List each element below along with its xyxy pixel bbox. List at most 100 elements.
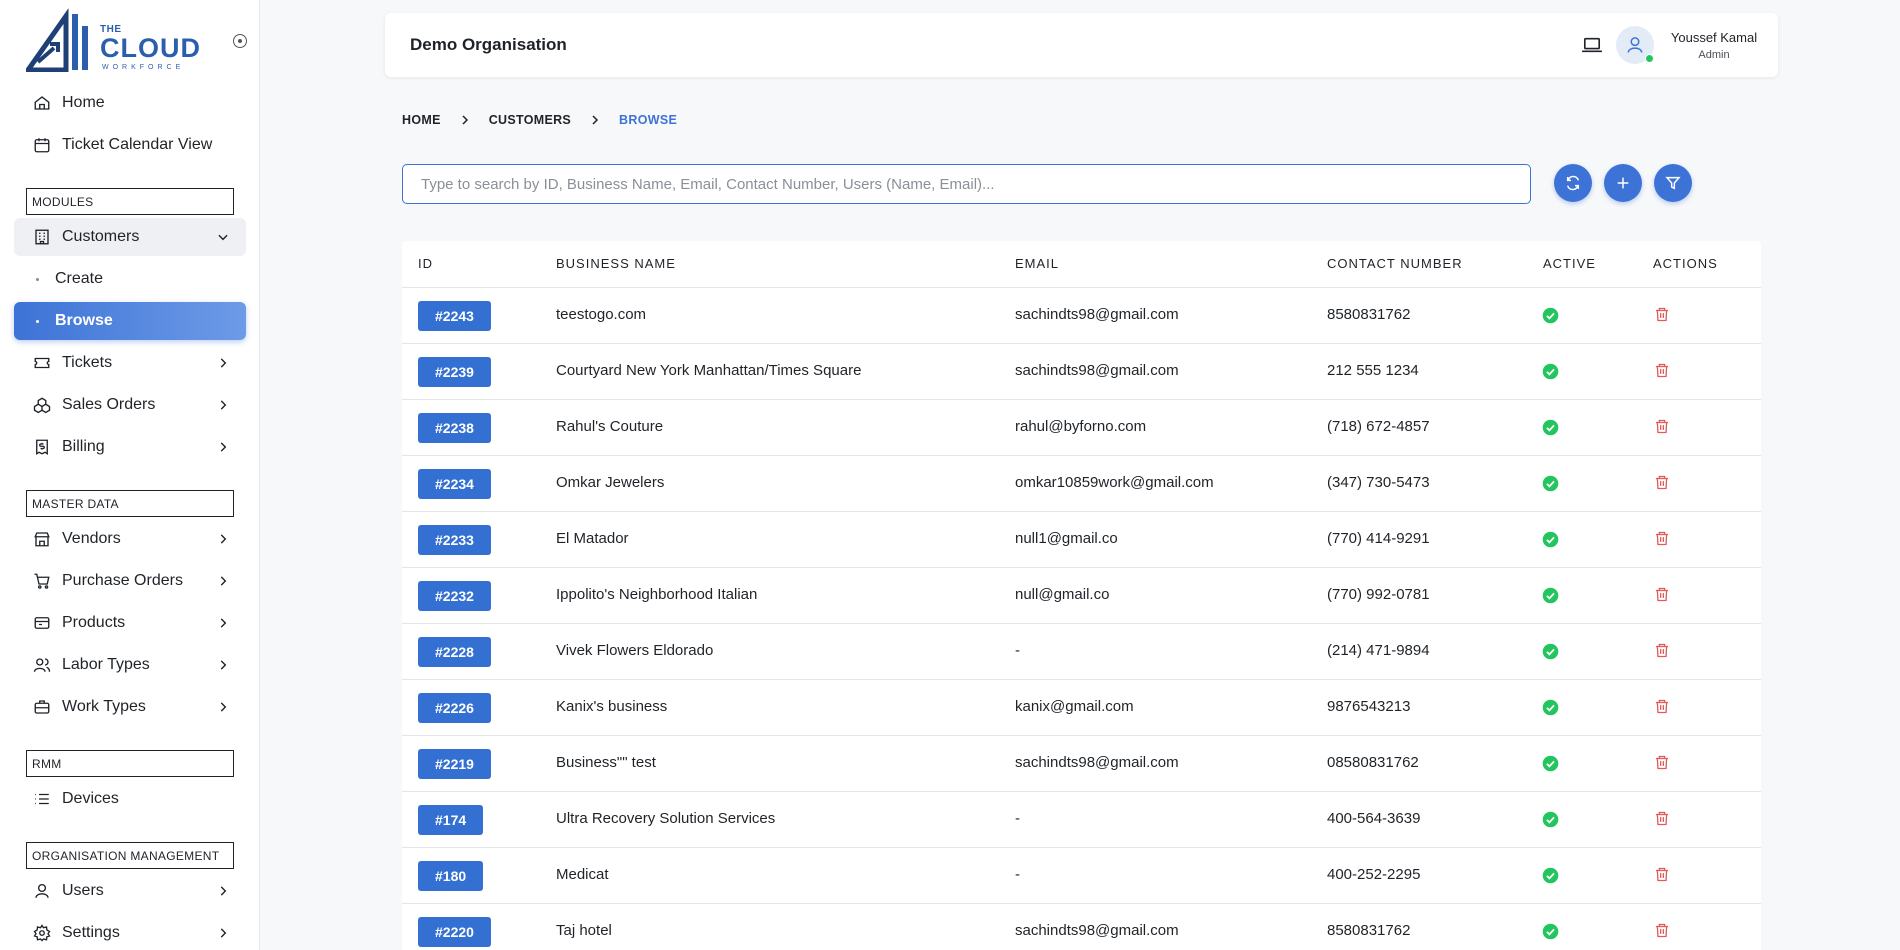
user-icon: [32, 881, 52, 901]
customer-id-badge[interactable]: #2232: [418, 581, 491, 611]
sidebar-collapse-icon[interactable]: [233, 34, 247, 48]
brand-main-text: CLOUD: [100, 33, 201, 63]
delete-icon[interactable]: [1654, 530, 1670, 552]
contact-number-cell: (718) 672-4857: [1327, 418, 1430, 435]
sidebar-item-label: Ticket Calendar View: [62, 136, 213, 153]
breadcrumb-home[interactable]: HOME: [402, 113, 441, 127]
sidebar-item-label: Devices: [62, 790, 119, 807]
check-circle-icon: [1542, 587, 1559, 609]
breadcrumb-customers[interactable]: CUSTOMERS: [489, 113, 571, 127]
avatar[interactable]: [1616, 26, 1654, 64]
column-header-contact-number[interactable]: CONTACT NUMBER: [1327, 256, 1463, 271]
business-name-cell: Rahul's Couture: [556, 418, 664, 435]
chevron-right-icon: [216, 440, 230, 459]
table-row[interactable]: #2239 Courtyard New York Manhattan/Times…: [402, 344, 1761, 400]
sidebar-item-vendors[interactable]: Vendors: [14, 520, 246, 558]
customer-id-badge[interactable]: #2219: [418, 749, 491, 779]
email-cell: -: [1015, 642, 1020, 659]
column-header-business-name[interactable]: BUSINESS NAME: [556, 256, 676, 271]
delete-icon[interactable]: [1654, 586, 1670, 608]
sidebar-item-ticket-calendar[interactable]: Ticket Calendar View: [14, 126, 246, 164]
receipt-icon: [32, 437, 52, 457]
customer-id-badge[interactable]: #2239: [418, 357, 491, 387]
refresh-button[interactable]: [1554, 164, 1592, 202]
table-row[interactable]: #2243 teestogo.com sachindts98@gmail.com…: [402, 288, 1761, 344]
email-cell: -: [1015, 810, 1020, 827]
column-header-id[interactable]: ID: [418, 256, 433, 271]
chevron-right-icon: [216, 926, 230, 945]
delete-icon[interactable]: [1654, 922, 1670, 944]
add-customer-button[interactable]: [1604, 164, 1642, 202]
organisation-name: Demo Organisation: [410, 35, 567, 54]
delete-icon[interactable]: [1654, 866, 1670, 888]
table-row[interactable]: #2226 Kanix's business kanix@gmail.com 9…: [402, 680, 1761, 736]
chevron-right-icon: [216, 884, 230, 903]
delete-icon[interactable]: [1654, 306, 1670, 328]
email-cell: kanix@gmail.com: [1015, 698, 1134, 715]
email-cell: null@gmail.co: [1015, 586, 1110, 603]
chevron-right-icon: [459, 114, 471, 126]
customer-id-badge[interactable]: #2220: [418, 917, 491, 947]
table-row[interactable]: #2234 Omkar Jewelers omkar10859work@gmai…: [402, 456, 1761, 512]
sidebar-item-create[interactable]: Create: [14, 260, 246, 298]
filter-button[interactable]: [1654, 164, 1692, 202]
ticket-icon: [32, 353, 52, 373]
table-row[interactable]: #2219 Business"" test sachindts98@gmail.…: [402, 736, 1761, 792]
check-circle-icon: [1542, 419, 1559, 441]
brand-logo[interactable]: THE CLOUD WORKFORCE: [23, 8, 206, 74]
section-label-organisation: ORGANISATION MANAGEMENT: [26, 842, 234, 869]
customer-id-badge[interactable]: #2234: [418, 469, 491, 499]
search-input[interactable]: [402, 164, 1531, 204]
chevron-right-icon: [216, 356, 230, 375]
customer-id-badge[interactable]: #180: [418, 861, 484, 891]
delete-icon[interactable]: [1654, 642, 1670, 664]
sidebar-item-customers[interactable]: Customers: [14, 218, 246, 256]
delete-icon[interactable]: [1654, 362, 1670, 384]
sidebar-item-labor-types[interactable]: Labor Types: [14, 646, 246, 684]
sidebar-item-home[interactable]: Home: [14, 84, 246, 122]
sidebar-item-browse[interactable]: Browse: [14, 302, 246, 340]
sidebar-item-label: Home: [62, 94, 105, 111]
table-row[interactable]: #2233 El Matador null1@gmail.co (770) 41…: [402, 512, 1761, 568]
table-row[interactable]: #174 Ultra Recovery Solution Services - …: [402, 792, 1761, 848]
delete-icon[interactable]: [1654, 474, 1670, 496]
sidebar: THE CLOUD WORKFORCE Home Ticket Calendar…: [0, 0, 260, 950]
chevron-right-icon: [216, 616, 230, 635]
table-row[interactable]: #2220 Taj hotel sachindts98@gmail.com 85…: [402, 904, 1761, 950]
sidebar-item-label: Labor Types: [62, 656, 150, 673]
customer-id-badge[interactable]: #2238: [418, 413, 491, 443]
check-circle-icon: [1542, 531, 1559, 553]
check-circle-icon: [1542, 363, 1559, 385]
delete-icon[interactable]: [1654, 418, 1670, 440]
contact-number-cell: (347) 730-5473: [1327, 474, 1430, 491]
breadcrumb-browse: BROWSE: [619, 113, 678, 127]
sidebar-item-billing[interactable]: Billing: [14, 428, 246, 466]
customer-id-badge[interactable]: #2243: [418, 301, 491, 331]
column-header-actions: ACTIONS: [1653, 256, 1718, 271]
sidebar-item-purchase-orders[interactable]: Purchase Orders: [14, 562, 246, 600]
sidebar-item-sales-orders[interactable]: Sales Orders: [14, 386, 246, 424]
sidebar-item-work-types[interactable]: Work Types: [14, 688, 246, 726]
sidebar-item-users[interactable]: Users: [14, 872, 246, 910]
table-row[interactable]: #180 Medicat - 400-252-2295: [402, 848, 1761, 904]
customer-id-badge[interactable]: #2233: [418, 525, 491, 555]
table-row[interactable]: #2232 Ippolito's Neighborhood Italian nu…: [402, 568, 1761, 624]
section-label-modules: MODULES: [26, 188, 234, 215]
user-role: Admin: [1698, 49, 1730, 61]
table-row[interactable]: #2238 Rahul's Couture rahul@byforno.com …: [402, 400, 1761, 456]
table-row[interactable]: #2228 Vivek Flowers Eldorado - (214) 471…: [402, 624, 1761, 680]
delete-icon[interactable]: [1654, 698, 1670, 720]
sidebar-item-tickets[interactable]: Tickets: [14, 344, 246, 382]
sidebar-item-settings[interactable]: Settings: [14, 914, 246, 950]
sidebar-item-devices[interactable]: Devices: [14, 780, 246, 818]
laptop-icon[interactable]: [1581, 36, 1603, 59]
column-header-email[interactable]: EMAIL: [1015, 256, 1059, 271]
delete-icon[interactable]: [1654, 754, 1670, 776]
sidebar-item-label: Tickets: [62, 354, 113, 371]
chevron-right-icon: [589, 114, 601, 126]
delete-icon[interactable]: [1654, 810, 1670, 832]
sidebar-item-products[interactable]: Products: [14, 604, 246, 642]
customer-id-badge[interactable]: #174: [418, 805, 484, 835]
customer-id-badge[interactable]: #2226: [418, 693, 491, 723]
customer-id-badge[interactable]: #2228: [418, 637, 491, 667]
